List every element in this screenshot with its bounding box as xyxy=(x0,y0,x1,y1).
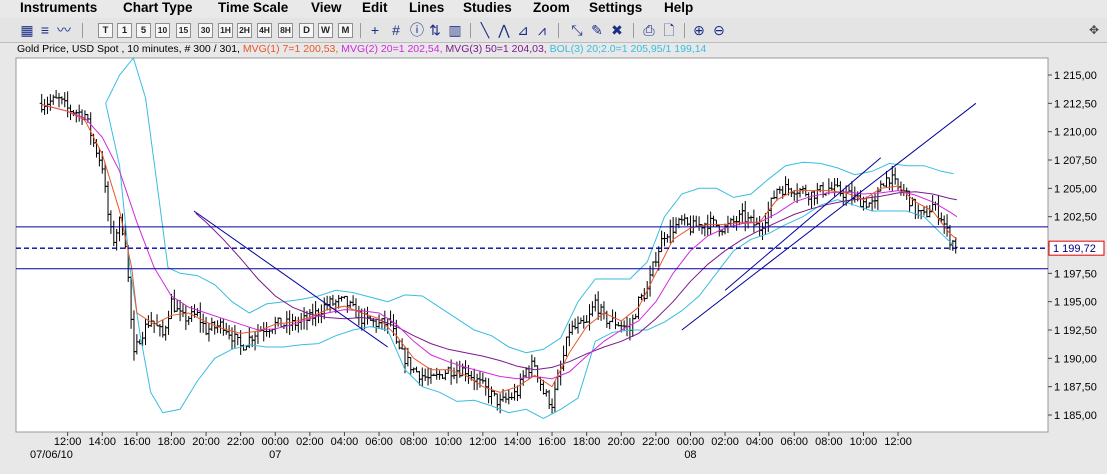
x-date-label: 08 xyxy=(684,449,696,461)
x-tick-label: 10:00 xyxy=(434,436,462,448)
y-tick-label: 1 197,50 xyxy=(1054,268,1097,280)
x-tick-label: 22:00 xyxy=(642,436,670,448)
x-tick-label: 08:00 xyxy=(400,436,428,448)
x-tick-label: 06:00 xyxy=(780,436,808,448)
x-tick-label: 20:00 xyxy=(192,436,220,448)
last-price-label: 1 199,72 xyxy=(1053,243,1096,255)
y-tick-label: 1 185,00 xyxy=(1054,410,1097,422)
x-tick-label: 06:00 xyxy=(365,436,393,448)
y-tick-label: 1 207,50 xyxy=(1054,155,1097,167)
x-tick-label: 18:00 xyxy=(158,436,186,448)
y-tick-label: 1 202,50 xyxy=(1054,212,1097,224)
x-tick-label: 16:00 xyxy=(123,436,151,448)
x-tick-label: 16:00 xyxy=(538,436,566,448)
x-tick-label: 12:00 xyxy=(884,436,912,448)
x-tick-label: 02:00 xyxy=(711,436,739,448)
y-tick-label: 1 212,50 xyxy=(1054,98,1097,110)
y-tick-label: 1 195,00 xyxy=(1054,297,1097,309)
y-tick-label: 1 205,00 xyxy=(1054,183,1097,195)
y-tick-label: 1 192,50 xyxy=(1054,325,1097,337)
x-date-label: 07/06/10 xyxy=(30,449,73,461)
y-tick-label: 1 190,00 xyxy=(1054,353,1097,365)
x-tick-label: 14:00 xyxy=(88,436,116,448)
price-chart[interactable]: 1 185,00 1 187,50 1 190,00 1 192,50 1 195,00… xyxy=(0,0,1107,474)
x-date-label: 07 xyxy=(269,449,281,461)
x-tick-label: 08:00 xyxy=(815,436,843,448)
x-tick-label: 20:00 xyxy=(607,436,635,448)
x-tick-label: 12:00 xyxy=(54,436,82,448)
x-tick-label: 04:00 xyxy=(331,436,359,448)
x-tick-label: 02:00 xyxy=(296,436,324,448)
x-tick-label: 14:00 xyxy=(504,436,532,448)
x-tick-label: 00:00 xyxy=(261,436,289,448)
y-tick-label: 1 187,50 xyxy=(1054,382,1097,394)
y-tick-label: 1 215,00 xyxy=(1054,70,1097,82)
x-tick-label: 00:00 xyxy=(677,436,705,448)
x-tick-label: 04:00 xyxy=(746,436,774,448)
x-tick-label: 18:00 xyxy=(573,436,601,448)
y-tick-label: 1 210,00 xyxy=(1054,127,1097,139)
x-tick-label: 22:00 xyxy=(227,436,255,448)
x-tick-label: 10:00 xyxy=(850,436,878,448)
x-tick-label: 12:00 xyxy=(469,436,497,448)
